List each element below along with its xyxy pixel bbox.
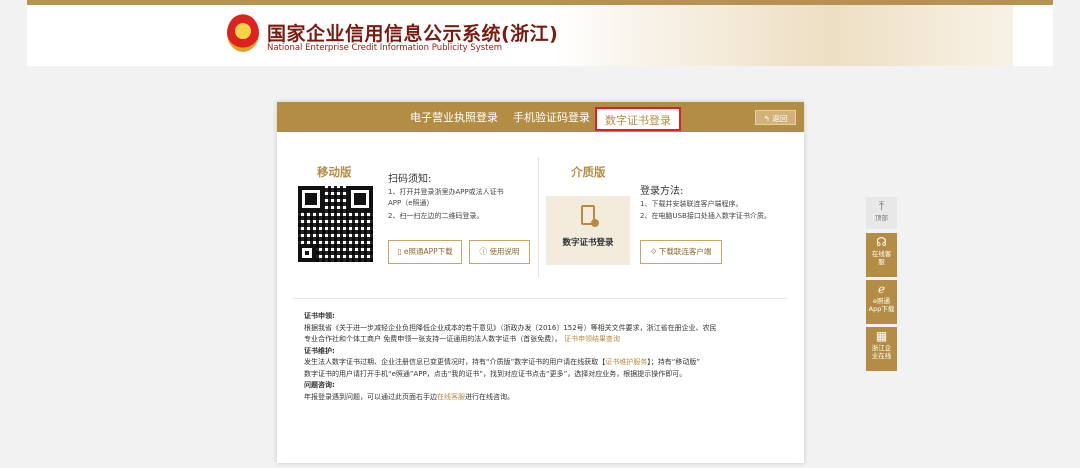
tab-electronic-license[interactable]: 电子营业执照登录 (410, 109, 498, 125)
apply-text: 根据我省《关于进一步减轻企业负担降低企业成本的若干意见》（浙政办发〔2016〕1… (304, 323, 717, 332)
zhejiang-enterprise-online-label: 浙江企业在线 (871, 344, 892, 360)
maintain-text-2: 】；持有“移动版” (647, 358, 701, 366)
zhejiang-enterprise-online-button[interactable]: ▦ 浙江企业在线 (866, 327, 897, 371)
scan-step-1b: APP（e照通） (388, 199, 434, 207)
login-tab-bar: 电子营业执照登录 手机验证码登录 数字证书登录 ↰ 返回 (277, 102, 804, 132)
section-divider (538, 157, 539, 277)
ezt-app-download-button[interactable]: ▯ e照通APP下载 (388, 240, 462, 264)
ezt-app-download-label: e照通APP下载 (403, 247, 453, 256)
client-download-button[interactable]: ⟐ 下载联连客户端 (640, 240, 722, 264)
maintain-text-3: 数字证书的用户请打开手机“e照通”APP，点击“我的证书”，找到对应证书点击“更… (304, 369, 687, 378)
ezt-app-sidebar-button[interactable]: ℯ e照通App下载 (866, 280, 897, 324)
media-section-title: 介质版 (571, 165, 606, 179)
header-mountain-art (553, 5, 1013, 66)
consult-heading: 问题咨询: (304, 381, 335, 389)
login-method-step-1: 1、下载并安装联连客户端程序。 (640, 200, 743, 208)
apply-text-2: 专业合作社和个体工商户 免费申领一张支持一证通用的法人数字证书（首张免费）。 (304, 335, 562, 343)
back-button[interactable]: ↰ 返回 (755, 110, 796, 125)
digital-certificate-login-label: 数字证书登录 (562, 238, 614, 248)
certificate-maintenance-link[interactable]: 证书维护服务 (605, 358, 647, 366)
mobile-section-title: 移动版 (317, 165, 352, 179)
national-emblem-icon (227, 14, 259, 52)
usage-guide-button[interactable]: ⓘ 使用说明 (469, 240, 530, 264)
scan-step-1: 1、打开并登录浙里办APP或法人证书 (388, 188, 504, 196)
consult-text: 年报登录遇到问题，可以通过此页面右手边 (304, 392, 437, 401)
scan-step-2: 2、扫一扫左边的二维码登录。 (388, 212, 484, 220)
maintain-text: 发生法人数字证书过期、企业注册信息已变更情况时，持有“介质版”数字证书的用户请在… (304, 358, 606, 366)
horizontal-divider (293, 298, 787, 299)
arrow-up-icon: ⤒ (878, 199, 885, 213)
online-service-link[interactable]: 在线客服 (437, 393, 465, 401)
tab-digital-certificate[interactable]: 数字证书登录 (595, 107, 681, 131)
apply-heading: 证书申领: (304, 312, 335, 320)
client-download-label: 下载联连客户端 (658, 247, 712, 256)
digital-certificate-login-box[interactable]: 数字证书登录 (546, 196, 630, 265)
site-header: 国家企业信用信息公示系统(浙江) National Enterprise Cre… (27, 5, 1053, 66)
qr-code-icon: ▦ (875, 329, 888, 343)
login-method-step-2: 2、在电脑USB接口处插入数字证书介质。 (640, 212, 771, 220)
site-title: 国家企业信用信息公示系统(浙江) (267, 23, 559, 45)
back-label: 返回 (772, 114, 788, 123)
ezt-logo-icon: ℯ (877, 282, 886, 296)
online-service-button[interactable]: ☊ 在线客服 (866, 233, 897, 277)
ezt-app-sidebar-label: e照通App下载 (868, 297, 895, 313)
online-service-label: 在线客服 (871, 250, 892, 266)
site-subtitle: National Enterprise Credit Information P… (267, 43, 502, 53)
login-card: 电子营业执照登录 手机验证码登录 数字证书登录 ↰ 返回 移动版 扫码须知: 1… (277, 102, 804, 463)
certificate-notes: 证书申领: 根据我省《关于进一步减轻企业负担降低企业成本的若干意见》（浙政办发〔… (304, 311, 784, 403)
login-qr-code (298, 186, 373, 262)
headset-icon: ☊ (876, 235, 887, 249)
consult-text-2: 进行在线咨询。 (465, 392, 514, 401)
maintain-heading: 证书维护: (304, 346, 335, 355)
usage-guide-label: 使用说明 (489, 247, 520, 256)
back-to-top-button[interactable]: ⤒ 顶部 (866, 197, 897, 229)
back-to-top-label: 顶部 (875, 214, 888, 222)
certificate-result-query-link[interactable]: 证书申领结果查询 (564, 335, 620, 343)
tab-sms-code[interactable]: 手机验证码登录 (513, 109, 590, 125)
login-method-heading: 登录方法: (640, 186, 684, 197)
scan-instructions-heading: 扫码须知: (388, 174, 432, 185)
usb-key-icon (581, 205, 599, 227)
